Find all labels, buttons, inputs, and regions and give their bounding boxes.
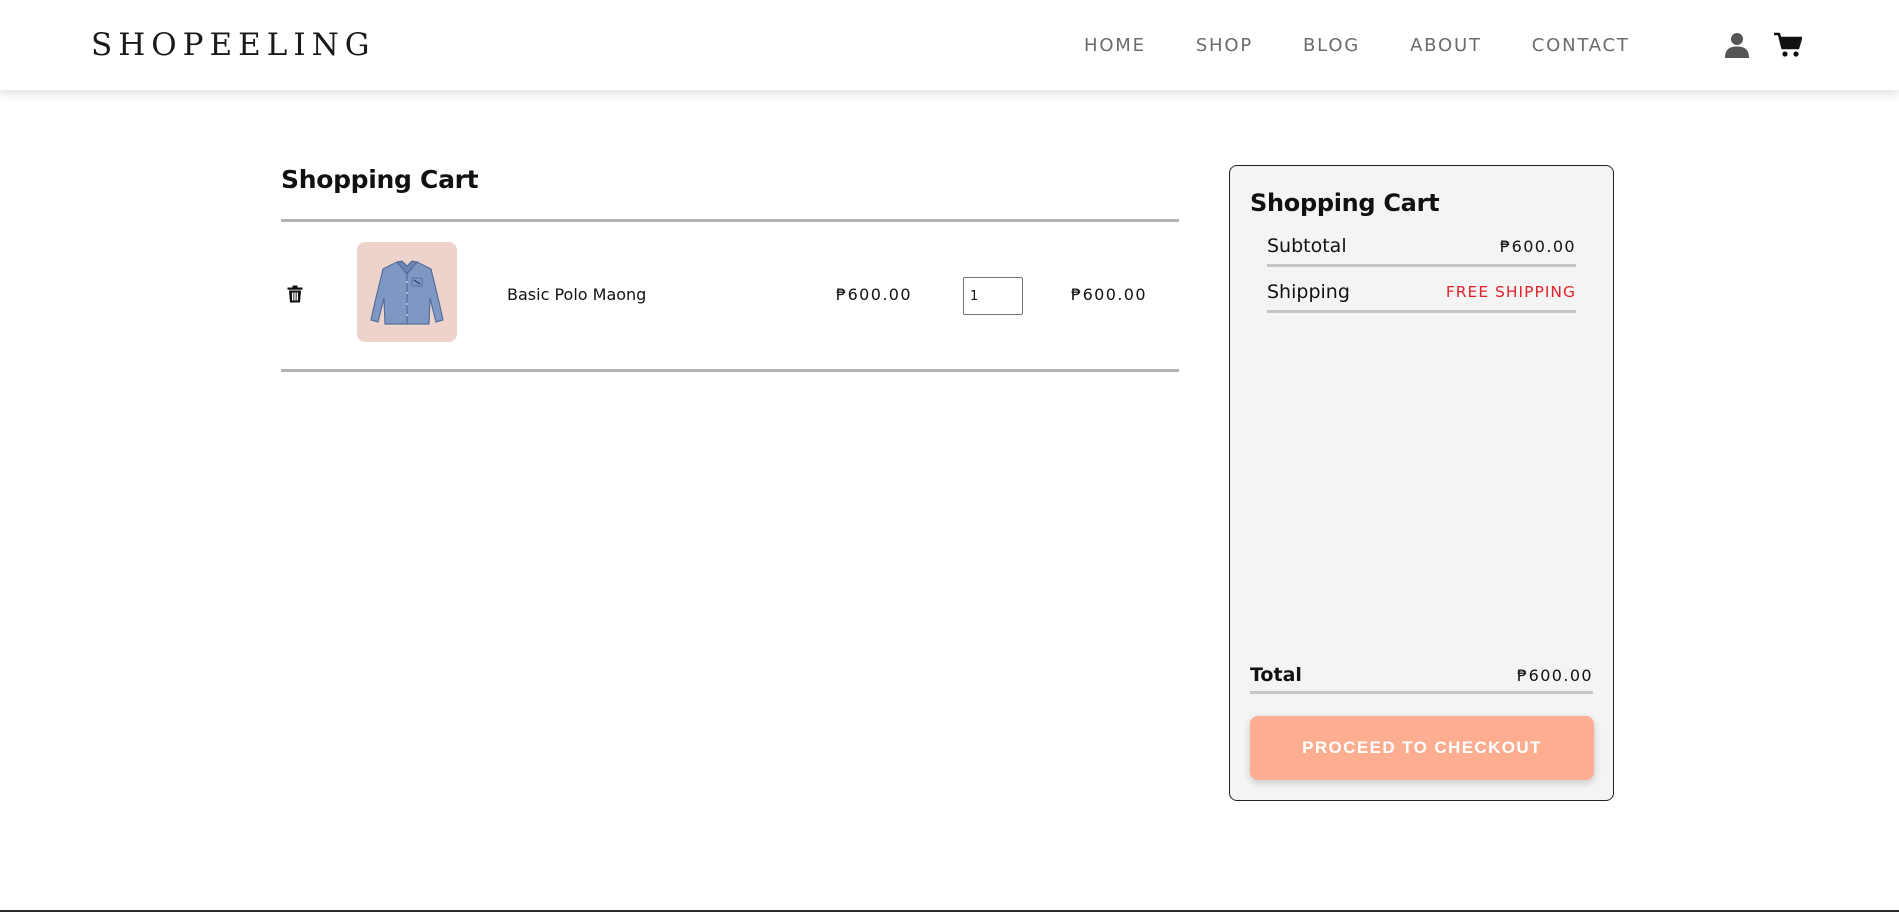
subtotal-row: Subtotal ₱600.00	[1267, 223, 1576, 267]
cart-title: Shopping Cart	[281, 165, 479, 194]
shipping-value: FREE SHIPPING	[1445, 283, 1576, 301]
shipping-row: Shipping FREE SHIPPING	[1267, 269, 1576, 313]
total-row: Total ₱600.00	[1250, 662, 1593, 694]
cart-item-row: Basic Polo Maong ₱600.00 ₱600.00	[281, 222, 1179, 369]
line-total: ₱600.00	[1071, 285, 1147, 304]
page: SHOPEELING HOME SHOP BLOG ABOUT CONTACT …	[0, 0, 1899, 912]
proceed-to-checkout-button[interactable]: PROCEED TO CHECKOUT	[1250, 716, 1594, 780]
user-icon[interactable]	[1725, 32, 1749, 58]
site-header: SHOPEELING HOME SHOP BLOG ABOUT CONTACT	[0, 0, 1899, 90]
product-price: ₱600.00	[836, 285, 912, 304]
order-summary: Shopping Cart Subtotal ₱600.00 Shipping …	[1229, 165, 1614, 801]
total-value: ₱600.00	[1517, 666, 1593, 685]
total-label: Total	[1250, 664, 1302, 686]
nav-about[interactable]: ABOUT	[1410, 35, 1482, 57]
main-nav: HOME SHOP BLOG ABOUT CONTACT	[1084, 35, 1630, 57]
denim-shirt-image	[370, 260, 444, 325]
nav-blog[interactable]: BLOG	[1303, 35, 1360, 57]
quantity-input[interactable]	[963, 277, 1023, 315]
nav-contact[interactable]: CONTACT	[1532, 35, 1630, 57]
nav-shop[interactable]: SHOP	[1196, 35, 1253, 57]
brand-logo[interactable]: SHOPEELING	[91, 27, 376, 63]
cart-divider-bottom	[281, 369, 1179, 372]
product-thumbnail[interactable]	[357, 242, 457, 342]
trash-icon[interactable]	[287, 285, 303, 303]
product-name[interactable]: Basic Polo Maong	[507, 285, 646, 304]
subtotal-label: Subtotal	[1267, 235, 1347, 257]
shipping-label: Shipping	[1267, 281, 1350, 303]
cart-icon[interactable]	[1774, 32, 1802, 58]
summary-title: Shopping Cart	[1250, 189, 1440, 217]
subtotal-value: ₱600.00	[1500, 237, 1576, 256]
nav-home[interactable]: HOME	[1084, 35, 1146, 57]
